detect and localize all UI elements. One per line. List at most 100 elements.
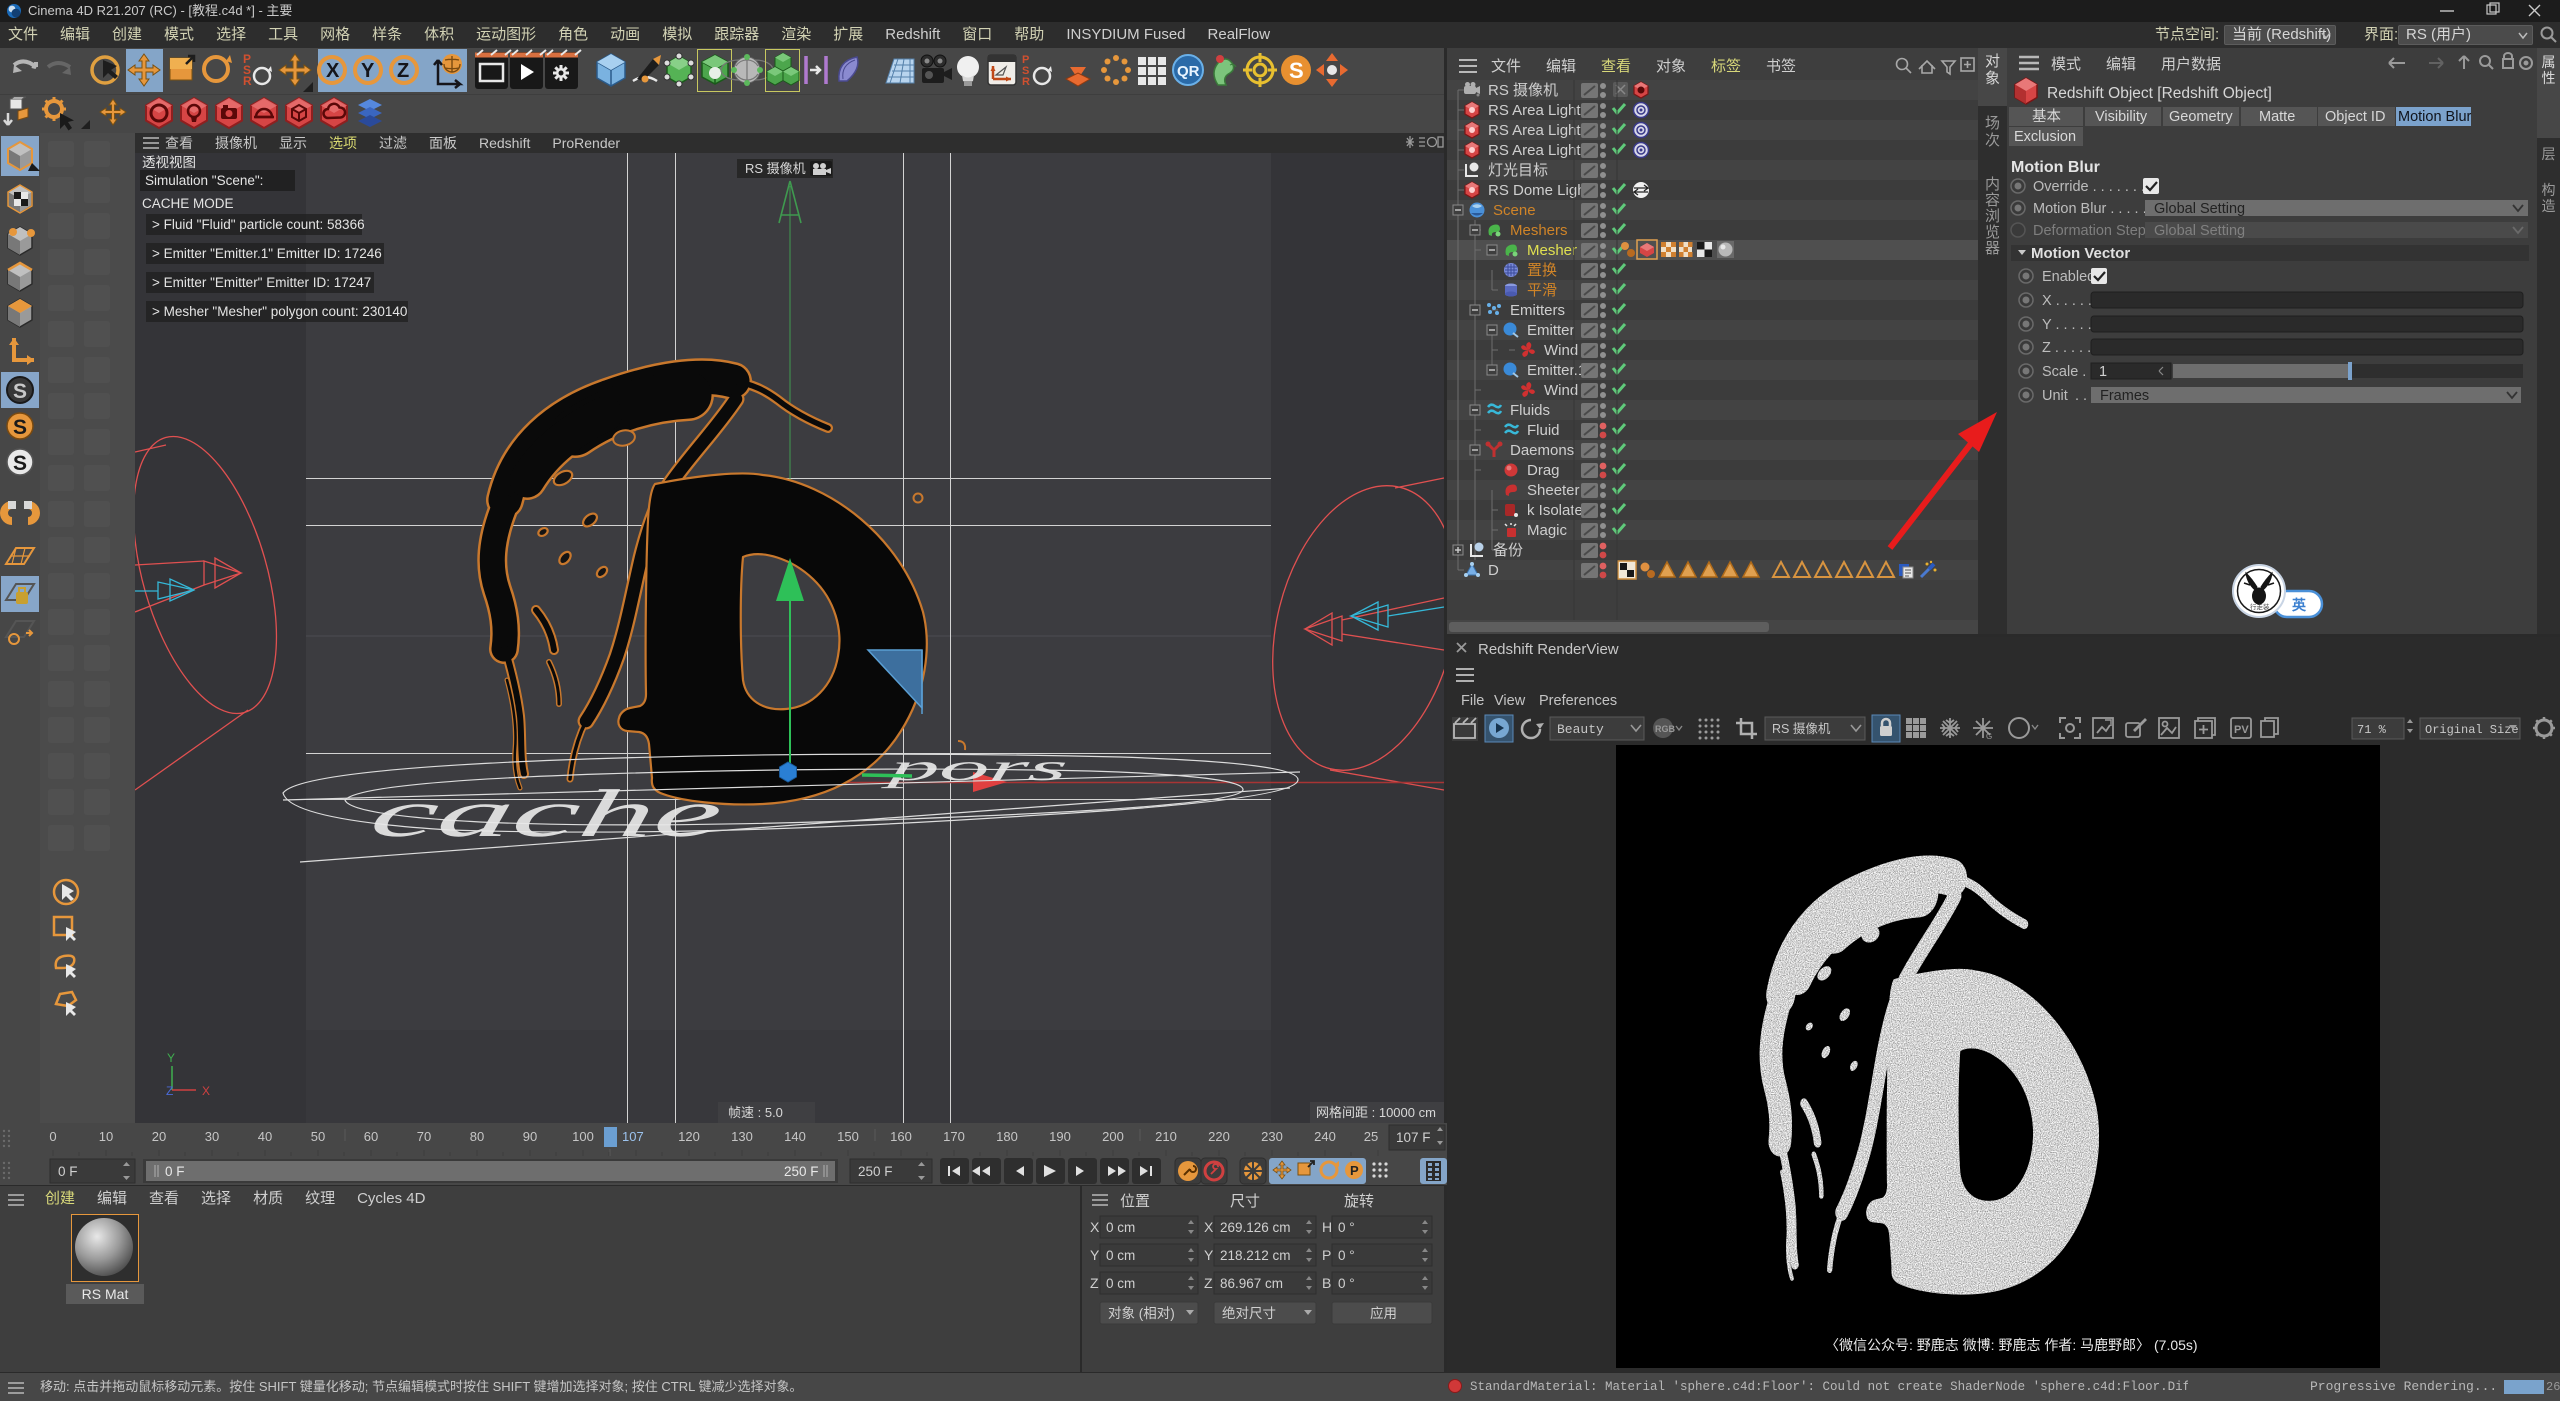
svg-text:X: X [1090,1219,1100,1235]
svg-text:Wind: Wind [1544,342,1578,359]
svg-text:210: 210 [1155,1129,1177,1144]
svg-text:Motion Vector: Motion Vector [2031,245,2130,262]
svg-text:Sheeter: Sheeter [1527,482,1580,499]
svg-text:Global Setting: Global Setting [2154,201,2245,217]
svg-text:0: 0 [49,1129,56,1144]
svg-text:P: P [1322,1247,1331,1263]
svg-text:View: View [1494,693,1526,709]
svg-text:Preferences: Preferences [1539,693,1617,709]
svg-text:用户数据: 用户数据 [2161,56,2221,73]
svg-text:0 cm: 0 cm [1106,1220,1135,1235]
svg-text:200: 200 [1102,1129,1124,1144]
svg-text:B: B [1322,1275,1331,1291]
svg-text:230: 230 [1261,1129,1283,1144]
svg-text:Redshift Object [Redshift Obje: Redshift Object [Redshift Object] [2047,85,2272,102]
svg-text:R: R [1022,76,1030,88]
svg-text:cache: cache [365,776,728,851]
svg-text:S: S [13,452,27,475]
svg-text:Y: Y [1090,1247,1100,1263]
svg-text:G: G [1986,732,1992,741]
svg-text:190: 190 [1049,1129,1071,1144]
svg-text:250 F: 250 F [858,1164,893,1179]
svg-text:0 cm: 0 cm [1106,1248,1135,1263]
svg-text:Meshers: Meshers [1510,222,1568,239]
svg-text:Global Setting: Global Setting [2154,223,2245,239]
svg-text:Z . . . . .: Z . . . . . [2042,340,2091,356]
svg-text:Wind: Wind [1544,382,1578,399]
svg-text:0 F: 0 F [58,1164,78,1179]
svg-text:0 cm: 0 cm [1106,1276,1135,1291]
svg-text:RS Area Light.2: RS Area Light.2 [1488,102,1593,119]
svg-text:书签: 书签 [1766,58,1796,75]
svg-text:对象 (相对): 对象 (相对) [1108,1306,1175,1321]
svg-text:QR: QR [1177,63,1200,80]
svg-text:Unit: Unit [2042,388,2068,404]
svg-text:旋转: 旋转 [1344,1193,1374,1210]
svg-text:英: 英 [2291,597,2307,613]
svg-text:80: 80 [470,1129,484,1144]
svg-text:> Mesher "Mesher" polygon coun: > Mesher "Mesher" polygon count: 230140 [152,304,407,319]
svg-text:Exclusion: Exclusion [2014,129,2076,145]
svg-text:Fluid: Fluid [1527,422,1560,439]
svg-text:100: 100 [572,1129,594,1144]
svg-text:Mesher: Mesher [1527,242,1577,259]
svg-text:Magic: Magic [1527,522,1568,539]
svg-text:Emitter: Emitter [1527,322,1575,339]
svg-text:> Emitter "Emitter.1" Emitter: > Emitter "Emitter.1" Emitter ID: 17246 [152,246,382,261]
svg-text:Visibility: Visibility [2095,109,2148,125]
svg-text:Original Size: Original Size [2425,723,2519,737]
svg-text:150: 150 [837,1129,859,1144]
svg-text:文件: 文件 [1491,58,1521,75]
svg-text:基本: 基本 [2032,108,2061,125]
svg-text:120: 120 [678,1129,700,1144]
svg-text:编辑: 编辑 [2106,56,2136,73]
svg-text:Motion Blur . . . . . .: Motion Blur . . . . . . [2033,201,2155,217]
svg-text:160: 160 [890,1129,912,1144]
svg-text:Y: Y [1204,1247,1214,1263]
svg-text:Beauty: Beauty [1557,722,1604,737]
svg-text:0 °: 0 ° [1338,1220,1355,1235]
svg-text:0 °: 0 ° [1338,1276,1355,1291]
svg-text:Z: Z [166,1084,173,1098]
svg-text:10: 10 [99,1129,113,1144]
svg-text:. .: . . [2075,388,2087,404]
svg-text:应用: 应用 [1370,1305,1397,1321]
svg-text:220: 220 [1208,1129,1230,1144]
svg-text:RS Dome Light: RS Dome Light [1488,182,1591,199]
svg-text:240: 240 [1314,1129,1336,1144]
svg-text:RS 摄像机: RS 摄像机 [745,161,806,176]
svg-text:S: S [1289,58,1304,83]
svg-text:> Fluid "Fluid" particle count: > Fluid "Fluid" particle count: 58366 [152,217,365,232]
svg-text:pors: pors [880,747,1070,789]
svg-text:P: P [1350,1163,1359,1178]
svg-text:Z: Z [1090,1275,1099,1291]
svg-text:模式: 模式 [2051,56,2081,73]
svg-text:X: X [1204,1219,1214,1235]
svg-text:170: 170 [943,1129,965,1144]
svg-text:50: 50 [311,1129,325,1144]
svg-text:Fluids: Fluids [1510,402,1550,419]
svg-text:平滑: 平滑 [1527,282,1557,299]
svg-text:Frames: Frames [2100,388,2149,404]
svg-text:130: 130 [731,1129,753,1144]
svg-text:20: 20 [152,1129,166,1144]
svg-text:1: 1 [2099,364,2107,380]
svg-text:Deformation Steps: Deformation Steps [2033,223,2153,239]
svg-text:编辑: 编辑 [1546,58,1576,75]
svg-text:RS 摄像机: RS 摄像机 [1772,721,1831,736]
svg-text:R: R [243,74,252,88]
svg-text:帧速 : 5.0: 帧速 : 5.0 [728,1105,783,1120]
svg-text:行走装: 行走装 [2250,602,2270,611]
svg-text:Redshift RenderView: Redshift RenderView [1478,641,1619,658]
svg-text:灯光目标: 灯光目标 [1488,162,1548,179]
svg-text:尺寸: 尺寸 [1230,1193,1260,1210]
svg-text:Enabled: Enabled [2042,269,2095,285]
svg-text:Y . . . . .: Y . . . . . [2042,317,2092,333]
svg-text:置换: 置换 [1527,262,1557,279]
svg-text:D: D [1488,562,1499,579]
svg-text:0 °: 0 ° [1338,1248,1355,1263]
svg-text:Drag: Drag [1527,462,1560,479]
svg-text:RS 摄像机: RS 摄像机 [1488,82,1558,99]
svg-text:备份: 备份 [1493,542,1523,559]
svg-text:107: 107 [622,1129,644,1144]
